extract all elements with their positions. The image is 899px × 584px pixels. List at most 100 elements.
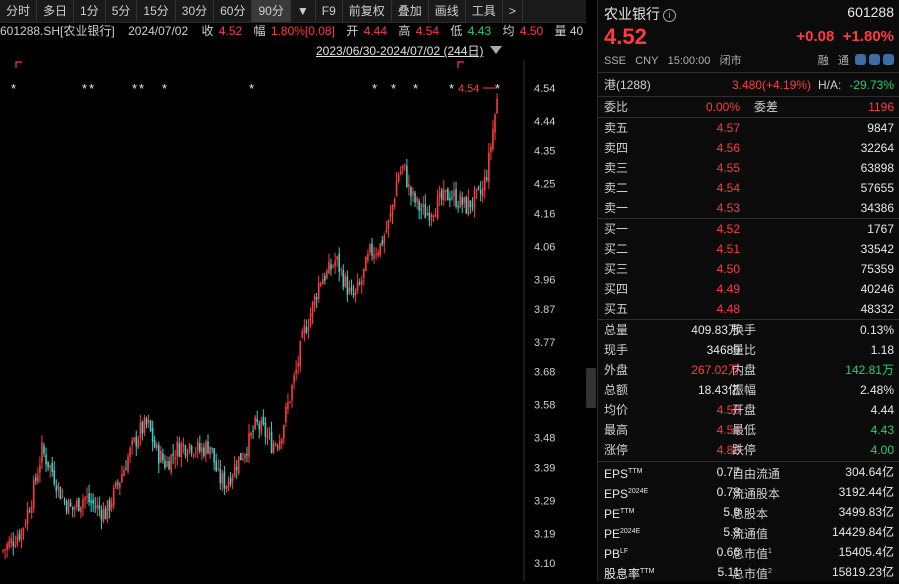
- candle-body: [352, 292, 355, 296]
- stat-label: 最高: [604, 423, 629, 437]
- quote-time: 15:00:00: [667, 55, 711, 67]
- candle-body: [143, 418, 146, 433]
- candle-body: [39, 465, 41, 473]
- y-tick-label: 3.29: [534, 495, 555, 507]
- fund-label-text: 流通股本: [732, 487, 781, 501]
- candle-body: [110, 503, 113, 509]
- level-volume: 57655: [860, 181, 894, 195]
- ask-row[interactable]: 卖二 4.54 57655: [604, 178, 894, 198]
- fund-label-sup: TTM: [620, 508, 635, 515]
- period-dropdown-icon[interactable]: ▼: [291, 0, 316, 22]
- period-button-1[interactable]: 多日: [37, 0, 75, 22]
- y-tick-label: 3.58: [534, 400, 555, 412]
- tool-button-3[interactable]: 画线: [429, 0, 466, 22]
- bid-row[interactable]: 买二 4.51 33542: [604, 239, 894, 259]
- more-icon[interactable]: [883, 54, 894, 65]
- level-label: 买五: [604, 302, 629, 316]
- candle-body: [211, 447, 213, 449]
- tool-button-1[interactable]: 前复权: [343, 0, 392, 22]
- stat-label: 总额: [604, 383, 629, 397]
- candle-body: [397, 174, 400, 182]
- bid-row[interactable]: 买五 4.48 48332: [604, 299, 894, 319]
- candle-body: [82, 499, 84, 508]
- candle-body: [205, 441, 207, 455]
- candle-body: [365, 257, 367, 271]
- candle-body: [168, 461, 170, 470]
- info-amp: 1.80%[0.08]: [270, 24, 335, 38]
- date-range-dropdown-icon[interactable]: [490, 46, 502, 54]
- candle-body: [391, 205, 394, 216]
- stat-label: 量比: [732, 343, 757, 357]
- candle-body: [139, 422, 142, 439]
- period-button-4[interactable]: 15分: [137, 0, 176, 22]
- fund-label-text: 总股本: [732, 507, 769, 521]
- ask-row[interactable]: 卖一 4.53 34386: [604, 198, 894, 218]
- candle-body: [254, 417, 256, 429]
- candle-body: [231, 475, 234, 482]
- kline-chart[interactable]: 4.54 4.44 4.35 4.25 4.16 4.06 3.96 3.87 3.77 3.68…: [0, 60, 586, 581]
- candle-body: [61, 496, 64, 498]
- stat-label: 现手: [604, 343, 629, 357]
- period-button-3[interactable]: 5分: [106, 0, 138, 22]
- candle-body: [340, 269, 343, 271]
- tool-button-0[interactable]: F9: [316, 0, 343, 22]
- candle-body: [379, 243, 381, 256]
- period-button-7[interactable]: 90分: [252, 0, 291, 22]
- level-label: 买四: [604, 282, 629, 296]
- period-button-0[interactable]: 分时: [0, 0, 38, 22]
- candle-body: [440, 190, 443, 200]
- y-tick-label: 3.77: [534, 337, 555, 349]
- fund-label-text: PB: [604, 547, 621, 561]
- candle-body: [76, 500, 78, 508]
- period-button-2[interactable]: 1分: [74, 0, 106, 22]
- candle-body: [246, 453, 248, 456]
- y-tick-label: 3.68: [534, 367, 555, 379]
- level-label: 卖一: [604, 201, 629, 215]
- info-date: 2024/07/02: [128, 24, 189, 38]
- info-extra: 量 40: [554, 24, 584, 38]
- date-range-link[interactable]: 2023/06/30-2024/07/02 (244日): [316, 42, 483, 59]
- tool-button-5[interactable]: >: [503, 0, 523, 22]
- level-label: 买二: [604, 242, 629, 256]
- fund-label: 自由流通: [732, 462, 780, 484]
- candle-body: [176, 441, 179, 457]
- candle-body: [45, 454, 47, 465]
- event-marker: *: [372, 81, 377, 96]
- candle-body: [53, 470, 56, 484]
- bid-row[interactable]: 买四 4.49 40246: [604, 279, 894, 299]
- period-button-6[interactable]: 60分: [214, 0, 253, 22]
- tool-button-2[interactable]: 叠加: [392, 0, 429, 22]
- candle-body: [258, 423, 261, 430]
- candle-body: [449, 198, 451, 201]
- fund-value: 15819.23亿: [831, 565, 894, 579]
- hk-row[interactable]: 港(1288) 3.480(+4.19%) H/A: -29.73%: [604, 75, 894, 95]
- candle-body: [488, 152, 490, 182]
- bid-row[interactable]: 买三 4.50 75359: [604, 259, 894, 279]
- candle-body: [363, 268, 365, 278]
- stat-row: 总额 18.43亿 振幅 2.48%: [604, 380, 894, 400]
- candle-body: [496, 98, 498, 114]
- panel-resize-handle[interactable]: [586, 368, 596, 408]
- ask-row[interactable]: 卖四 4.56 32264: [604, 138, 894, 158]
- candle-body: [416, 197, 418, 202]
- ask-row[interactable]: 卖五 4.57 9847: [604, 118, 894, 138]
- ask-row[interactable]: 卖三 4.55 63898: [604, 158, 894, 178]
- level-volume: 1767: [867, 222, 894, 236]
- info-icon[interactable]: i: [663, 9, 676, 22]
- candle-body: [92, 499, 94, 504]
- candle-body: [12, 541, 15, 547]
- fund-label-text: EPS: [604, 467, 629, 481]
- candle-body: [354, 289, 357, 296]
- bid-row[interactable]: 买一 4.52 1767: [604, 219, 894, 239]
- alert-icon[interactable]: [869, 54, 880, 65]
- candle-body: [221, 473, 224, 484]
- y-tick-label: 4.35: [534, 146, 555, 158]
- period-button-5[interactable]: 30分: [176, 0, 215, 22]
- candle-body: [71, 506, 74, 510]
- candle-body: [164, 460, 166, 468]
- level-volume: 75359: [860, 262, 894, 276]
- tool-button-4[interactable]: 工具: [466, 0, 503, 22]
- bell-icon[interactable]: [855, 54, 866, 65]
- fund-label-text: 股息率: [604, 567, 641, 581]
- candle-body: [57, 484, 60, 489]
